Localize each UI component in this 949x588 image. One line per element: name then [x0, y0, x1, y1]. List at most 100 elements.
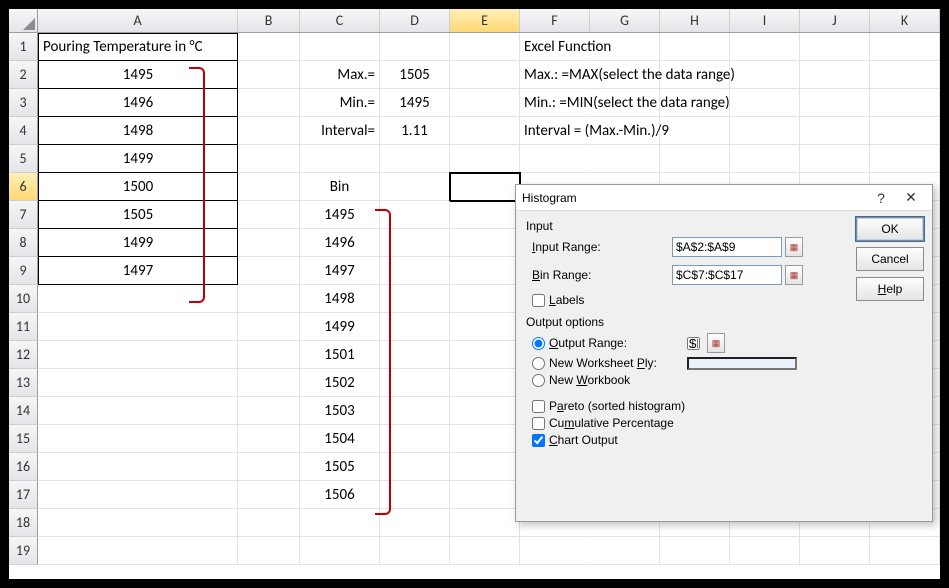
cell-D3[interactable]: 1495 [380, 89, 450, 117]
cell-H1[interactable] [660, 33, 730, 61]
pareto-checkbox[interactable] [532, 400, 545, 413]
cell-J3[interactable] [800, 89, 870, 117]
row-header-14[interactable]: 14 [9, 397, 38, 425]
cell-E19[interactable] [450, 537, 520, 565]
cell-C17[interactable]: 1506 [300, 481, 380, 509]
dialog-help-icon[interactable]: ? [866, 190, 896, 206]
cell-C9[interactable]: 1497 [300, 257, 380, 285]
cell-C13[interactable]: 1502 [300, 369, 380, 397]
cell-C7[interactable]: 1495 [300, 201, 380, 229]
cell-E11[interactable] [450, 313, 520, 341]
cell-A2[interactable]: 1495 [38, 61, 238, 89]
cell-B14[interactable] [238, 397, 300, 425]
cell-E16[interactable] [450, 453, 520, 481]
col-header-B[interactable]: B [238, 9, 300, 32]
bin-range-picker-icon[interactable]: ▦ [785, 265, 803, 285]
row-header-19[interactable]: 19 [9, 537, 38, 565]
cell-I1[interactable] [730, 33, 800, 61]
cell-B19[interactable] [238, 537, 300, 565]
cell-C15[interactable]: 1504 [300, 425, 380, 453]
close-icon[interactable]: ✕ [896, 189, 926, 206]
cell-A8[interactable]: 1499 [38, 229, 238, 257]
cell-C19[interactable] [300, 537, 380, 565]
cell-C10[interactable]: 1498 [300, 285, 380, 313]
cell-E2[interactable] [450, 61, 520, 89]
cell-D1[interactable] [380, 33, 450, 61]
cell-E1[interactable] [450, 33, 520, 61]
cell-B4[interactable] [238, 117, 300, 145]
row-header-2[interactable]: 2 [9, 61, 38, 89]
cell-I5[interactable] [730, 145, 800, 173]
row-header-7[interactable]: 7 [9, 201, 38, 229]
row-header-9[interactable]: 9 [9, 257, 38, 285]
cell-G19[interactable] [590, 537, 660, 565]
cell-J19[interactable] [800, 537, 870, 565]
cell-A19[interactable] [38, 537, 238, 565]
cell-H5[interactable] [660, 145, 730, 173]
cell-D2[interactable]: 1505 [380, 61, 450, 89]
col-header-I[interactable]: I [730, 9, 800, 32]
col-header-E[interactable]: E [450, 9, 520, 32]
cell-A3[interactable]: 1496 [38, 89, 238, 117]
chart-output-checkbox[interactable] [532, 434, 545, 447]
col-header-G[interactable]: G [590, 9, 660, 32]
cell-H4[interactable] [660, 117, 730, 145]
cell-C3[interactable]: Min.= [300, 89, 380, 117]
cell-F19[interactable] [520, 537, 590, 565]
cell-C8[interactable]: 1496 [300, 229, 380, 257]
cell-C6[interactable]: Bin [300, 173, 380, 201]
cell-A9[interactable]: 1497 [38, 257, 238, 285]
new-worksheet-field[interactable] [687, 357, 797, 370]
cell-E8[interactable] [450, 229, 520, 257]
cell-E9[interactable] [450, 257, 520, 285]
cell-J5[interactable] [800, 145, 870, 173]
output-range-field[interactable] [687, 337, 700, 350]
cell-E5[interactable] [450, 145, 520, 173]
row-header-15[interactable]: 15 [9, 425, 38, 453]
row-header-11[interactable]: 11 [9, 313, 38, 341]
cell-K3[interactable] [870, 89, 940, 117]
cell-E7[interactable] [450, 201, 520, 229]
cell-E17[interactable] [450, 481, 520, 509]
cell-F3[interactable]: Min.: =MIN(select the data range) [520, 89, 590, 117]
cell-D6[interactable] [380, 173, 450, 201]
cell-A17[interactable] [38, 481, 238, 509]
cell-A15[interactable] [38, 425, 238, 453]
cell-J2[interactable] [800, 61, 870, 89]
cell-D19[interactable] [380, 537, 450, 565]
row-header-17[interactable]: 17 [9, 481, 38, 509]
cell-K5[interactable] [870, 145, 940, 173]
cell-H19[interactable] [660, 537, 730, 565]
cell-B8[interactable] [238, 229, 300, 257]
bin-range-field[interactable] [672, 265, 782, 285]
cell-B12[interactable] [238, 341, 300, 369]
cell-A16[interactable] [38, 453, 238, 481]
new-worksheet-radio[interactable] [532, 357, 545, 370]
cell-F4[interactable]: Interval = (Max.-Min.)/9 [520, 117, 590, 145]
cell-A13[interactable] [38, 369, 238, 397]
cell-B9[interactable] [238, 257, 300, 285]
cell-I19[interactable] [730, 537, 800, 565]
cell-B16[interactable] [238, 453, 300, 481]
labels-checkbox[interactable] [532, 294, 545, 307]
cell-B5[interactable] [238, 145, 300, 173]
row-header-6[interactable]: 6 [9, 173, 38, 201]
cell-E4[interactable] [450, 117, 520, 145]
cell-C16[interactable]: 1505 [300, 453, 380, 481]
cell-I3[interactable] [730, 89, 800, 117]
cell-B6[interactable] [238, 173, 300, 201]
row-header-5[interactable]: 5 [9, 145, 38, 173]
cell-K1[interactable] [870, 33, 940, 61]
cell-C2[interactable]: Max.= [300, 61, 380, 89]
cell-C1[interactable] [300, 33, 380, 61]
cell-C18[interactable] [300, 509, 380, 537]
cell-A11[interactable] [38, 313, 238, 341]
cancel-button[interactable]: Cancel [856, 247, 924, 271]
cell-D5[interactable] [380, 145, 450, 173]
cell-F5[interactable] [520, 145, 590, 173]
input-range-picker-icon[interactable]: ▦ [785, 237, 803, 257]
cell-B1[interactable] [238, 33, 300, 61]
cell-E6[interactable] [450, 173, 520, 201]
cell-C12[interactable]: 1501 [300, 341, 380, 369]
row-header-10[interactable]: 10 [9, 285, 38, 313]
